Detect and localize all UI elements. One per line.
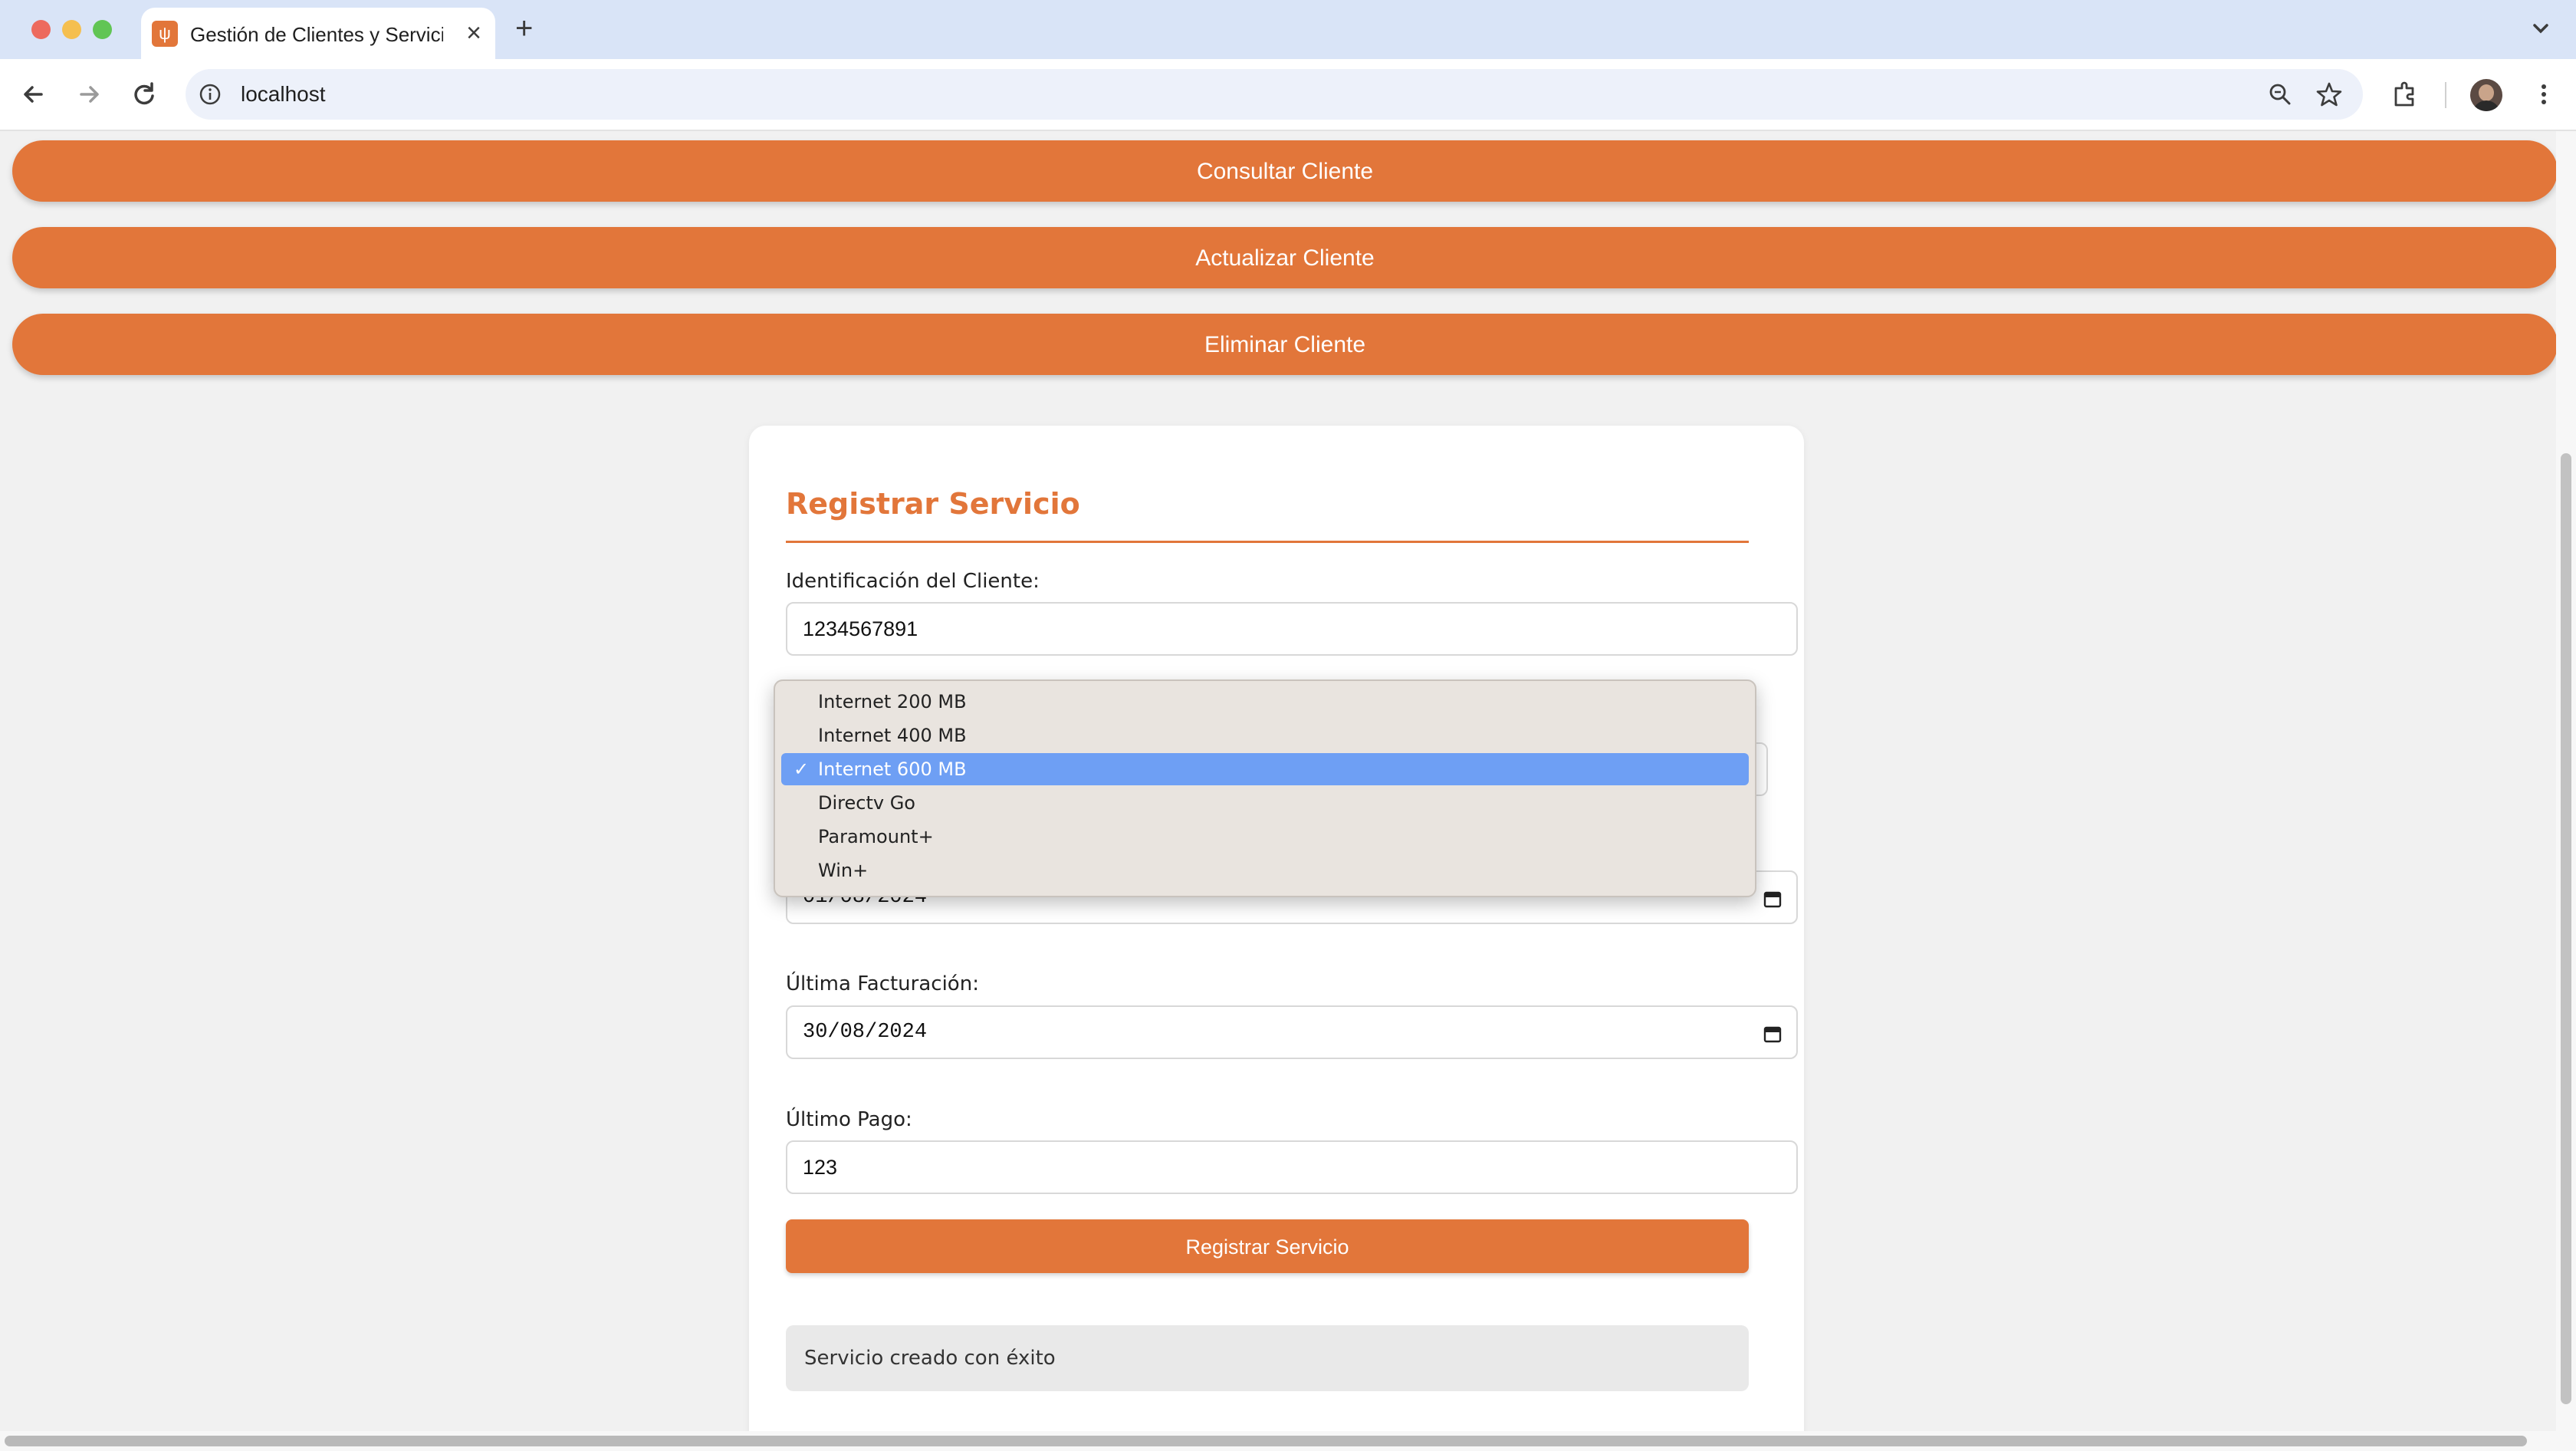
window-minimize-button[interactable]	[62, 20, 81, 39]
tab-bar: ψ Gestión de Clientes y Servicio × +	[0, 0, 2576, 59]
extensions-icon[interactable]	[2390, 79, 2420, 110]
ultimo-pago-input[interactable]: 123	[786, 1140, 1798, 1194]
service-option[interactable]: Directv Go	[781, 787, 1749, 819]
vertical-scrollbar[interactable]	[2556, 131, 2576, 1435]
url-text[interactable]: localhost	[241, 82, 326, 107]
eliminar-cliente-button[interactable]: Eliminar Cliente	[12, 314, 2558, 375]
page-viewport: Consultar Cliente Actualizar Cliente Eli…	[0, 131, 2576, 1451]
status-message: Servicio creado con éxito	[786, 1325, 1749, 1391]
consultar-cliente-button[interactable]: Consultar Cliente	[12, 140, 2558, 202]
ultima-facturacion-label: Última Facturación:	[786, 972, 979, 995]
ultimo-pago-label: Último Pago:	[786, 1108, 912, 1131]
star-icon[interactable]	[2315, 81, 2343, 108]
service-option[interactable]: Paramount+	[781, 821, 1749, 853]
form-title: Registrar Servicio	[786, 487, 1080, 521]
calendar-icon[interactable]	[1763, 889, 1783, 909]
avatar[interactable]	[2470, 79, 2502, 111]
browser-toolbar: localhost	[0, 59, 2576, 131]
browser-tab[interactable]: ψ Gestión de Clientes y Servicio ×	[141, 8, 495, 59]
chevron-down-icon[interactable]	[2525, 15, 2556, 43]
checkmark-icon: ✓	[794, 758, 810, 780]
title-divider	[786, 541, 1749, 543]
new-tab-button[interactable]: +	[515, 11, 533, 46]
service-dropdown-list: Internet 200 MB Internet 400 MB ✓ Interne…	[774, 679, 1756, 897]
back-arrow-icon[interactable]	[18, 79, 49, 110]
tab-close-icon[interactable]: ×	[466, 18, 481, 48]
kebab-menu-icon[interactable]	[2528, 79, 2559, 110]
calendar-icon[interactable]	[1763, 1024, 1783, 1044]
horizontal-scroll-thumb[interactable]	[5, 1436, 2527, 1446]
cliente-id-input[interactable]: 1234567891	[786, 602, 1798, 656]
service-option-selected[interactable]: ✓ Internet 600 MB	[781, 753, 1749, 785]
favicon-icon: ψ	[152, 21, 178, 47]
toolbar-separator	[2445, 82, 2446, 108]
ultima-facturacion-value: 30/08/2024	[803, 1021, 928, 1044]
info-icon[interactable]	[198, 82, 222, 107]
address-bar[interactable]: localhost	[186, 69, 2363, 120]
vertical-scroll-thumb[interactable]	[2561, 453, 2571, 1404]
window-close-button[interactable]	[31, 20, 51, 39]
registrar-servicio-button[interactable]: Registrar Servicio	[786, 1219, 1749, 1273]
forward-arrow-icon[interactable]	[74, 79, 104, 110]
service-option[interactable]: Internet 200 MB	[781, 686, 1749, 718]
cliente-id-label: Identificación del Cliente:	[786, 570, 1040, 593]
window-maximize-button[interactable]	[93, 20, 112, 39]
tab-title: Gestión de Clientes y Servicio	[190, 23, 443, 46]
service-option[interactable]: Win+	[781, 854, 1749, 887]
reload-icon[interactable]	[129, 79, 159, 110]
ultima-facturacion-input[interactable]: 30/08/2024	[786, 1005, 1798, 1059]
actualizar-cliente-button[interactable]: Actualizar Cliente	[12, 227, 2558, 288]
registrar-servicio-card: Registrar Servicio Identificación del Cl…	[749, 426, 1804, 1451]
zoom-icon[interactable]	[2268, 82, 2292, 107]
service-option[interactable]: Internet 400 MB	[781, 719, 1749, 752]
horizontal-scrollbar[interactable]	[0, 1431, 2576, 1451]
